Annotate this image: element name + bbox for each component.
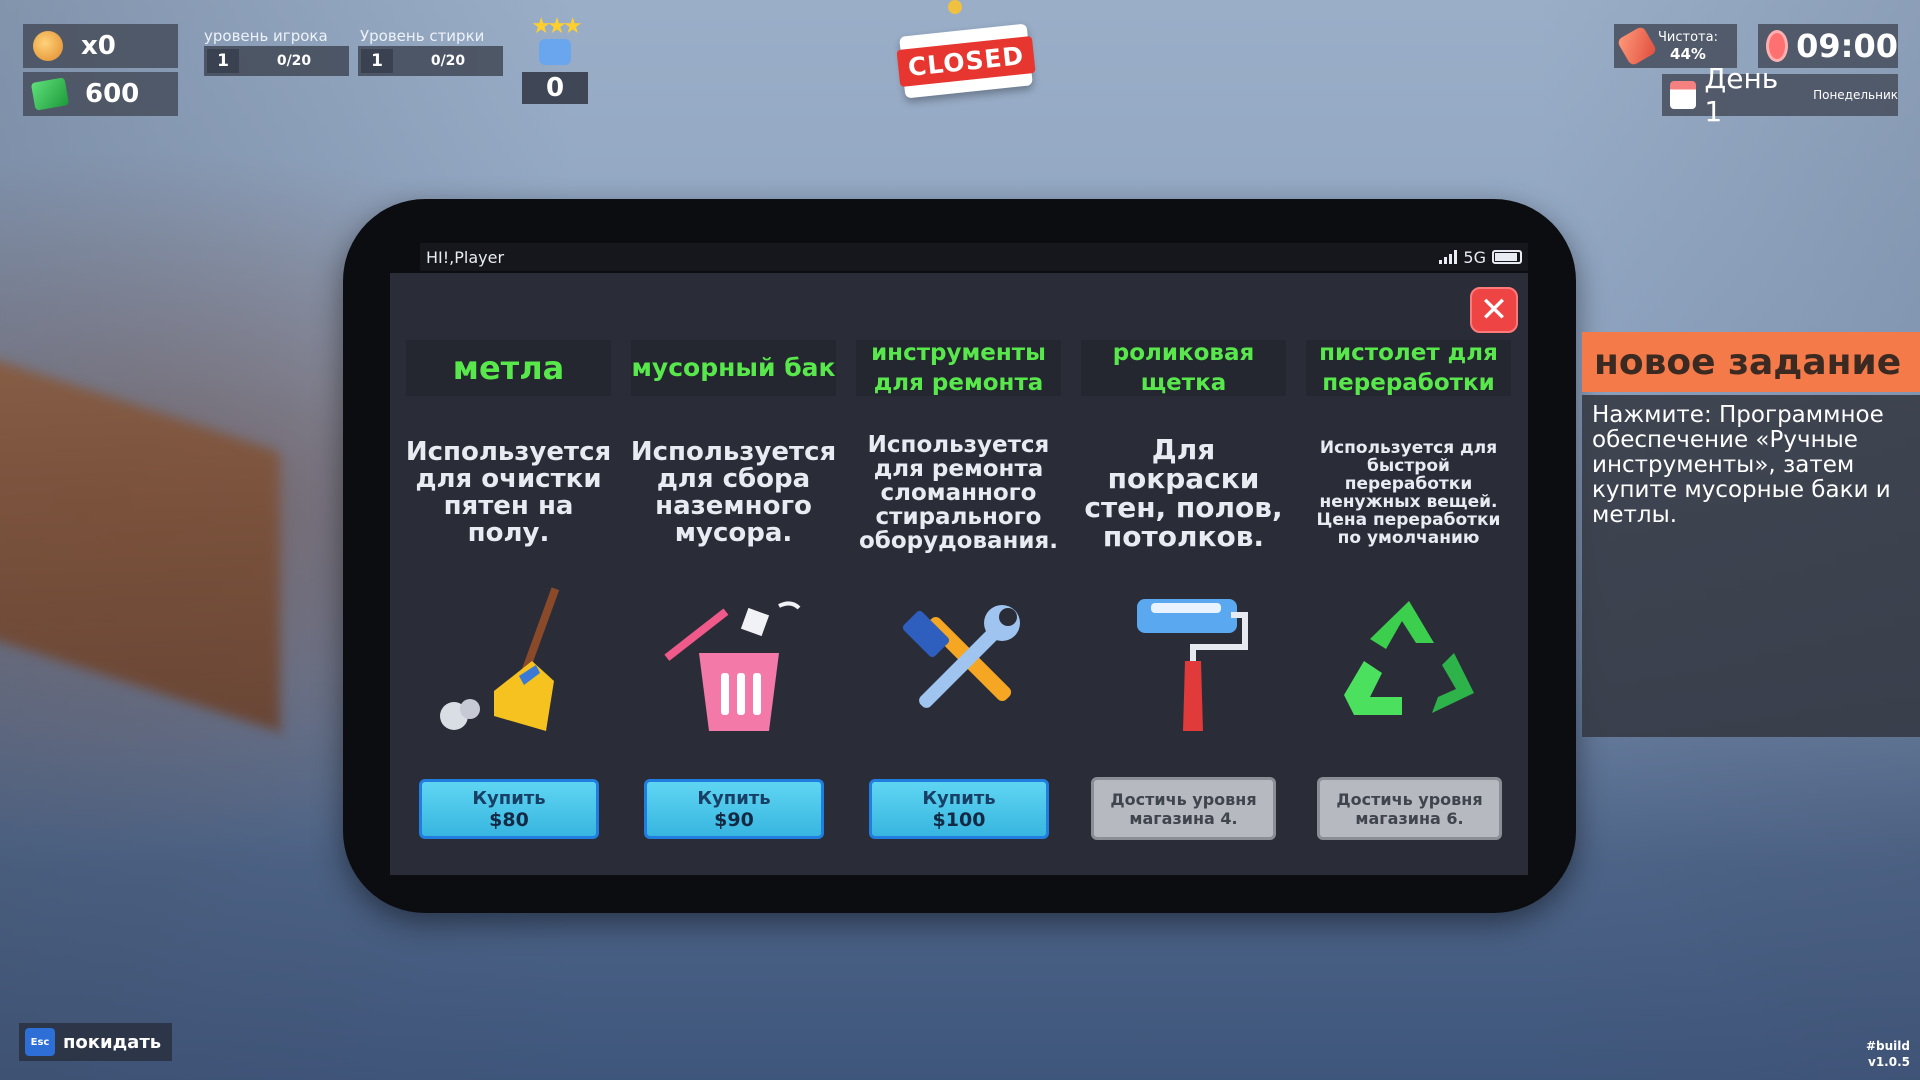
spray-bottle-icon — [1616, 25, 1658, 67]
tips-counter: x0 — [23, 24, 178, 68]
leave-button[interactable]: Esc покидать — [19, 1023, 172, 1061]
player-level-progress: 0/20 — [276, 53, 312, 69]
item-description: Используется для быстрой переработки нен… — [1316, 438, 1501, 548]
player-level-number: 1 — [207, 49, 239, 73]
item-title: мусорный бак — [631, 340, 836, 396]
broom-icon — [406, 578, 611, 753]
price-label: $80 — [489, 808, 529, 831]
buy-trash-bin-button[interactable]: Купить $90 — [644, 779, 824, 839]
shop-item-trash-bin: мусорный бак Используется для сбора назе… — [631, 340, 836, 753]
money-counter: 600 — [23, 72, 178, 116]
sign-pin-icon — [948, 0, 962, 14]
weekday-value: Понедельник — [1813, 88, 1898, 102]
recycle-icon — [1306, 578, 1511, 753]
buy-label: Купить — [922, 787, 996, 809]
buy-label: Купить — [697, 787, 771, 809]
alarm-clock-icon — [1766, 30, 1789, 62]
item-title: инструменты для ремонта — [856, 340, 1061, 396]
item-description: Используется для сбора наземного мусора. — [630, 437, 837, 548]
shop-item-paint-roller: роликовая щетка Для покраски стен, полов… — [1081, 340, 1286, 753]
thumbs-up-icon — [539, 39, 571, 65]
trash-bin-icon — [631, 578, 836, 753]
build-version: #build v1.0.5 — [1866, 1038, 1910, 1070]
item-title: пистолет для переработки — [1306, 340, 1511, 396]
item-description: Для покраски стен, полов, потолков. — [1084, 433, 1283, 553]
quest-header: новое задание — [1582, 332, 1920, 392]
player-level-label: уровень игрока — [204, 27, 328, 45]
time-value: 09:00 — [1796, 27, 1898, 65]
cleanliness-value: 44% — [1670, 44, 1706, 63]
item-title: метла — [406, 340, 611, 396]
cleanliness-label: Чистота: — [1658, 29, 1718, 45]
locked-recycle-gun-button[interactable]: Достичь уровня магазина 6. — [1317, 777, 1502, 840]
price-label: $90 — [714, 808, 754, 831]
shop-item-recycle-gun: пистолет для переработки Используется дл… — [1306, 340, 1511, 753]
rating-widget: ★★★ 0 — [522, 14, 588, 104]
stars-icon: ★★★ — [531, 14, 582, 39]
item-description: Используется для очистки пятен на полу. — [405, 437, 612, 548]
buy-broom-button[interactable]: Купить $80 — [419, 779, 599, 839]
cash-icon — [30, 77, 70, 111]
buy-repair-tools-button[interactable]: Купить $100 — [869, 779, 1049, 839]
item-title: роликовая щетка — [1081, 340, 1286, 396]
greeting-text: HI!,Player — [426, 247, 505, 267]
money-value: 600 — [85, 79, 140, 109]
quest-text: Нажмите: Программное обеспечение «Ручные… — [1582, 395, 1920, 737]
locked-paint-roller-button[interactable]: Достичь уровня магазина 4. — [1091, 777, 1276, 840]
battery-icon — [1492, 250, 1522, 264]
item-description: Используется для ремонта сломанного стир… — [858, 432, 1059, 554]
calendar-icon — [1670, 81, 1697, 109]
build-tag: #build — [1865, 1039, 1910, 1053]
buy-label: Купить — [472, 787, 546, 809]
close-button[interactable]: ✕ — [1470, 287, 1518, 333]
esc-key-icon: Esc — [25, 1028, 55, 1056]
closed-sign[interactable]: CLOSED — [896, 23, 1036, 99]
shop-item-repair-tools: инструменты для ремонта Используется для… — [856, 340, 1061, 753]
laundry-level-progress: 0/20 — [430, 53, 466, 69]
price-label: $100 — [932, 808, 986, 831]
rating-value: 0 — [522, 72, 588, 104]
phone-status-bar: HI!,Player 5G — [420, 243, 1528, 271]
signal-icon — [1439, 250, 1458, 264]
paint-roller-icon — [1081, 578, 1286, 753]
shop-item-broom: метла Используется для очистки пятен на … — [406, 340, 611, 753]
tip-coin-icon — [33, 31, 63, 61]
network-label: 5G — [1463, 247, 1486, 267]
day-display: День 1 Понедельник — [1662, 62, 1898, 128]
tips-count: x0 — [81, 31, 116, 61]
repair-tools-icon — [856, 578, 1061, 753]
laundry-level-label: Уровень стирки — [360, 27, 485, 45]
closed-sign-text: CLOSED — [896, 35, 1036, 87]
version-label: v1.0.5 — [1868, 1055, 1910, 1069]
day-value: День 1 — [1704, 62, 1779, 128]
leave-label: покидать — [63, 1031, 162, 1053]
cleanliness-text: Чистота: 44% — [1658, 29, 1718, 64]
laundry-level-number: 1 — [361, 49, 393, 73]
laundry-level-bar: 1 0/20 — [358, 46, 503, 76]
player-level-bar: 1 0/20 — [204, 46, 349, 76]
